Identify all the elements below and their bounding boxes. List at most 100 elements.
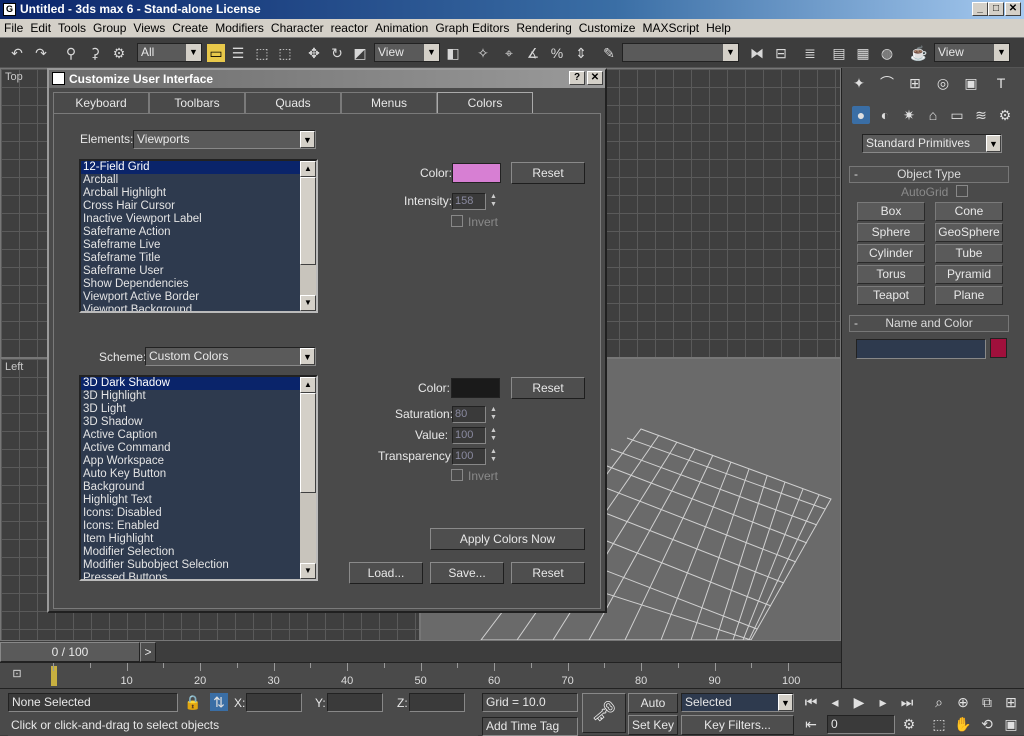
- maximize-viewport-icon[interactable]: ▣: [1002, 715, 1020, 733]
- list-item[interactable]: 3D Shadow: [81, 416, 300, 429]
- spinner-snap-icon[interactable]: ⇕: [572, 44, 590, 62]
- help-button[interactable]: ?: [569, 71, 585, 85]
- category-combo[interactable]: Standard Primitives ▼: [862, 134, 1002, 153]
- scroll-up-icon[interactable]: ▲: [300, 161, 316, 177]
- object-color-swatch[interactable]: [990, 338, 1007, 358]
- hierarchy-tab-icon[interactable]: ⊞: [906, 74, 924, 92]
- pan-icon[interactable]: ✋: [954, 715, 972, 733]
- select-by-name-icon[interactable]: ☰: [229, 44, 247, 62]
- list-item[interactable]: Icons: Disabled: [81, 507, 300, 520]
- menu-maxscript[interactable]: MAXScript: [638, 19, 702, 37]
- ref-coord-combo[interactable]: View ▼: [374, 43, 440, 62]
- curve-editor-icon[interactable]: ▤: [830, 44, 848, 62]
- list-item[interactable]: Active Command: [81, 442, 300, 455]
- cone-button[interactable]: Cone: [935, 202, 1003, 221]
- y-coord-field[interactable]: [327, 693, 383, 712]
- menu-animation[interactable]: Animation: [371, 19, 431, 37]
- set-key-button[interactable]: Set Key: [628, 715, 678, 735]
- elements-list[interactable]: 12-Field Grid Arcball Arcball Highlight Cro…: [79, 159, 318, 313]
- autogrid-checkbox[interactable]: [956, 185, 968, 197]
- menu-views[interactable]: Views: [129, 19, 168, 37]
- mirror-icon[interactable]: ⧓: [748, 44, 766, 62]
- list-item[interactable]: Safeframe User: [81, 265, 300, 278]
- x-coord-field[interactable]: [246, 693, 302, 712]
- scroll-thumb[interactable]: [300, 177, 316, 265]
- apply-colors-button[interactable]: Apply Colors Now: [430, 528, 585, 550]
- menu-customize[interactable]: Customize: [575, 19, 639, 37]
- dialog-title-bar[interactable]: Customize User Interface ? ✕: [49, 70, 605, 88]
- absolute-mode-icon[interactable]: ⇅: [210, 693, 228, 711]
- geometry-icon[interactable]: ●: [852, 106, 870, 124]
- list-item[interactable]: Modifier Subobject Selection: [81, 559, 300, 572]
- reset-button[interactable]: Reset: [511, 562, 585, 584]
- z-coord-field[interactable]: [409, 693, 465, 712]
- time-slider-thumb[interactable]: 0 / 100: [0, 642, 140, 662]
- object-name-field[interactable]: [856, 339, 986, 359]
- utilities-tab-icon[interactable]: T: [992, 74, 1010, 92]
- list-item[interactable]: Safeframe Action: [81, 226, 300, 239]
- list-item[interactable]: Safeframe Live: [81, 239, 300, 252]
- menu-character[interactable]: Character: [267, 19, 327, 37]
- list-item[interactable]: Icons: Enabled: [81, 520, 300, 533]
- list-item[interactable]: Inactive Viewport Label: [81, 213, 300, 226]
- viewport-top-label[interactable]: Top: [5, 71, 23, 83]
- list-item[interactable]: Viewport Active Border: [81, 291, 300, 304]
- add-time-tag[interactable]: Add Time Tag: [482, 717, 578, 736]
- menu-edit[interactable]: Edit: [26, 19, 54, 37]
- select-object-icon[interactable]: ▭: [207, 44, 225, 62]
- scheme-reset-button[interactable]: Reset: [511, 377, 585, 399]
- create-tab-icon[interactable]: ✦: [850, 74, 868, 92]
- elements-scrollbar[interactable]: ▲ ▼: [300, 161, 316, 311]
- minimize-button[interactable]: _: [972, 2, 988, 16]
- unlink-icon[interactable]: ⚳: [86, 44, 104, 62]
- list-item[interactable]: Highlight Text: [81, 494, 300, 507]
- time-config-icon[interactable]: ⚙: [900, 715, 918, 733]
- tube-button[interactable]: Tube: [935, 244, 1003, 263]
- transparency-spinner[interactable]: 100: [452, 448, 486, 465]
- list-item[interactable]: Cross Hair Cursor: [81, 200, 300, 213]
- rotate-icon[interactable]: ↻: [328, 44, 346, 62]
- list-item[interactable]: Show Dependencies: [81, 278, 300, 291]
- tab-colors[interactable]: Colors: [437, 92, 533, 114]
- window-crossing-icon[interactable]: ⬚: [276, 44, 294, 62]
- element-reset-button[interactable]: Reset: [511, 162, 585, 184]
- menu-modifiers[interactable]: Modifiers: [211, 19, 267, 37]
- load-button[interactable]: Load...: [349, 562, 423, 584]
- previous-frame-icon[interactable]: ◂: [826, 693, 844, 711]
- systems-icon[interactable]: ⚙: [996, 106, 1014, 124]
- sphere-button[interactable]: Sphere: [857, 223, 925, 242]
- auto-key-button[interactable]: Auto Key: [628, 693, 678, 728]
- space-warps-icon[interactable]: ≋: [972, 106, 990, 124]
- next-frame-icon[interactable]: ▸: [874, 693, 892, 711]
- menu-group[interactable]: Group: [89, 19, 129, 37]
- schematic-view-icon[interactable]: ▦: [854, 44, 872, 62]
- scheme-list[interactable]: 3D Dark Shadow 3D Highlight 3D Light 3D Sha…: [79, 375, 318, 581]
- list-item[interactable]: Item Highlight: [81, 533, 300, 546]
- zoom-all-icon[interactable]: ⊕: [954, 693, 972, 711]
- spinner-arrows-icon[interactable]: ▲ ▼: [489, 448, 498, 465]
- spinner-arrows-icon[interactable]: ▲ ▼: [489, 427, 498, 444]
- list-item[interactable]: Pressed Buttons: [81, 572, 300, 579]
- pivot-center-icon[interactable]: ◧: [444, 44, 462, 62]
- go-to-start-icon[interactable]: ⏮: [802, 693, 820, 711]
- list-item[interactable]: Viewport Background: [81, 304, 300, 311]
- manipulate-icon[interactable]: ✧: [474, 44, 492, 62]
- spinner-arrows-icon[interactable]: ▲ ▼: [489, 406, 498, 423]
- lock-icon[interactable]: 🔒: [184, 693, 202, 711]
- list-item[interactable]: App Workspace: [81, 455, 300, 468]
- dialog-close-button[interactable]: ✕: [587, 71, 603, 85]
- plane-button[interactable]: Plane: [935, 286, 1003, 305]
- invert-checkbox-2[interactable]: [451, 469, 463, 481]
- zoom-extents-all-icon[interactable]: ⊞: [1002, 693, 1020, 711]
- layer-manager-icon[interactable]: ≣: [801, 44, 819, 62]
- selection-filter-combo[interactable]: All ▼: [137, 43, 202, 62]
- menu-tools[interactable]: Tools: [54, 19, 89, 37]
- menu-file[interactable]: File: [0, 19, 26, 37]
- list-item[interactable]: 12-Field Grid: [81, 161, 300, 174]
- undo-icon[interactable]: ↶: [8, 44, 26, 62]
- bind-space-warp-icon[interactable]: ⚙: [110, 44, 128, 62]
- cameras-icon[interactable]: ⌂: [924, 106, 942, 124]
- menu-create[interactable]: Create: [168, 19, 211, 37]
- pyramid-button[interactable]: Pyramid: [935, 265, 1003, 284]
- invert-checkbox[interactable]: [451, 215, 463, 227]
